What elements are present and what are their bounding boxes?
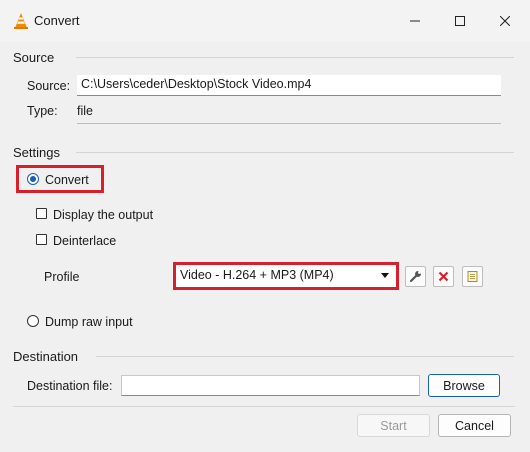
- type-underline: [77, 123, 501, 124]
- destination-file-label: Destination file:: [27, 379, 113, 393]
- source-path-value: C:\Users\ceder\Desktop\Stock Video.mp4: [81, 77, 312, 91]
- title-bar: Convert: [0, 0, 530, 42]
- type-label: Type:: [27, 104, 58, 118]
- browse-button[interactable]: Browse: [428, 374, 500, 397]
- new-document-icon: [467, 271, 478, 282]
- source-path-field[interactable]: C:\Users\ceder\Desktop\Stock Video.mp4: [77, 75, 501, 96]
- convert-radio[interactable]: [27, 173, 39, 185]
- display-output-checkbox[interactable]: [36, 208, 47, 219]
- deinterlace-checkbox[interactable]: [36, 234, 47, 245]
- deinterlace-label[interactable]: Deinterlace: [53, 234, 116, 248]
- profile-label: Profile: [44, 270, 80, 284]
- start-button[interactable]: Start: [357, 414, 430, 437]
- delete-profile-button[interactable]: [433, 266, 454, 287]
- profile-select-value: Video - H.264 + MP3 (MP4): [180, 268, 334, 282]
- dump-raw-radio[interactable]: [27, 315, 39, 327]
- chevron-down-icon: [381, 273, 389, 278]
- source-group-divider: [76, 57, 514, 58]
- source-group-label: Source: [13, 50, 55, 65]
- footer-divider: [13, 406, 515, 407]
- maximize-button[interactable]: [437, 0, 483, 42]
- cancel-button[interactable]: Cancel: [438, 414, 511, 437]
- close-button[interactable]: [482, 0, 528, 42]
- window-title: Convert: [34, 13, 80, 28]
- settings-group-label: Settings: [13, 145, 60, 160]
- type-value: file: [77, 104, 93, 118]
- convert-radio-label[interactable]: Convert: [45, 173, 89, 187]
- edit-profile-button[interactable]: [405, 266, 426, 287]
- destination-group-divider: [96, 356, 514, 357]
- wrench-icon: [409, 270, 422, 283]
- dump-raw-label[interactable]: Dump raw input: [45, 315, 133, 329]
- minimize-button[interactable]: [392, 0, 438, 42]
- new-profile-button[interactable]: [462, 266, 483, 287]
- source-label: Source:: [27, 79, 71, 93]
- vlc-cone-icon: [12, 12, 30, 30]
- display-output-label[interactable]: Display the output: [53, 208, 153, 222]
- destination-group-label: Destination: [13, 349, 79, 364]
- destination-file-field[interactable]: [121, 375, 420, 396]
- delete-icon: [438, 271, 449, 282]
- settings-group-divider: [76, 152, 514, 153]
- profile-select[interactable]: Video - H.264 + MP3 (MP4): [176, 265, 396, 287]
